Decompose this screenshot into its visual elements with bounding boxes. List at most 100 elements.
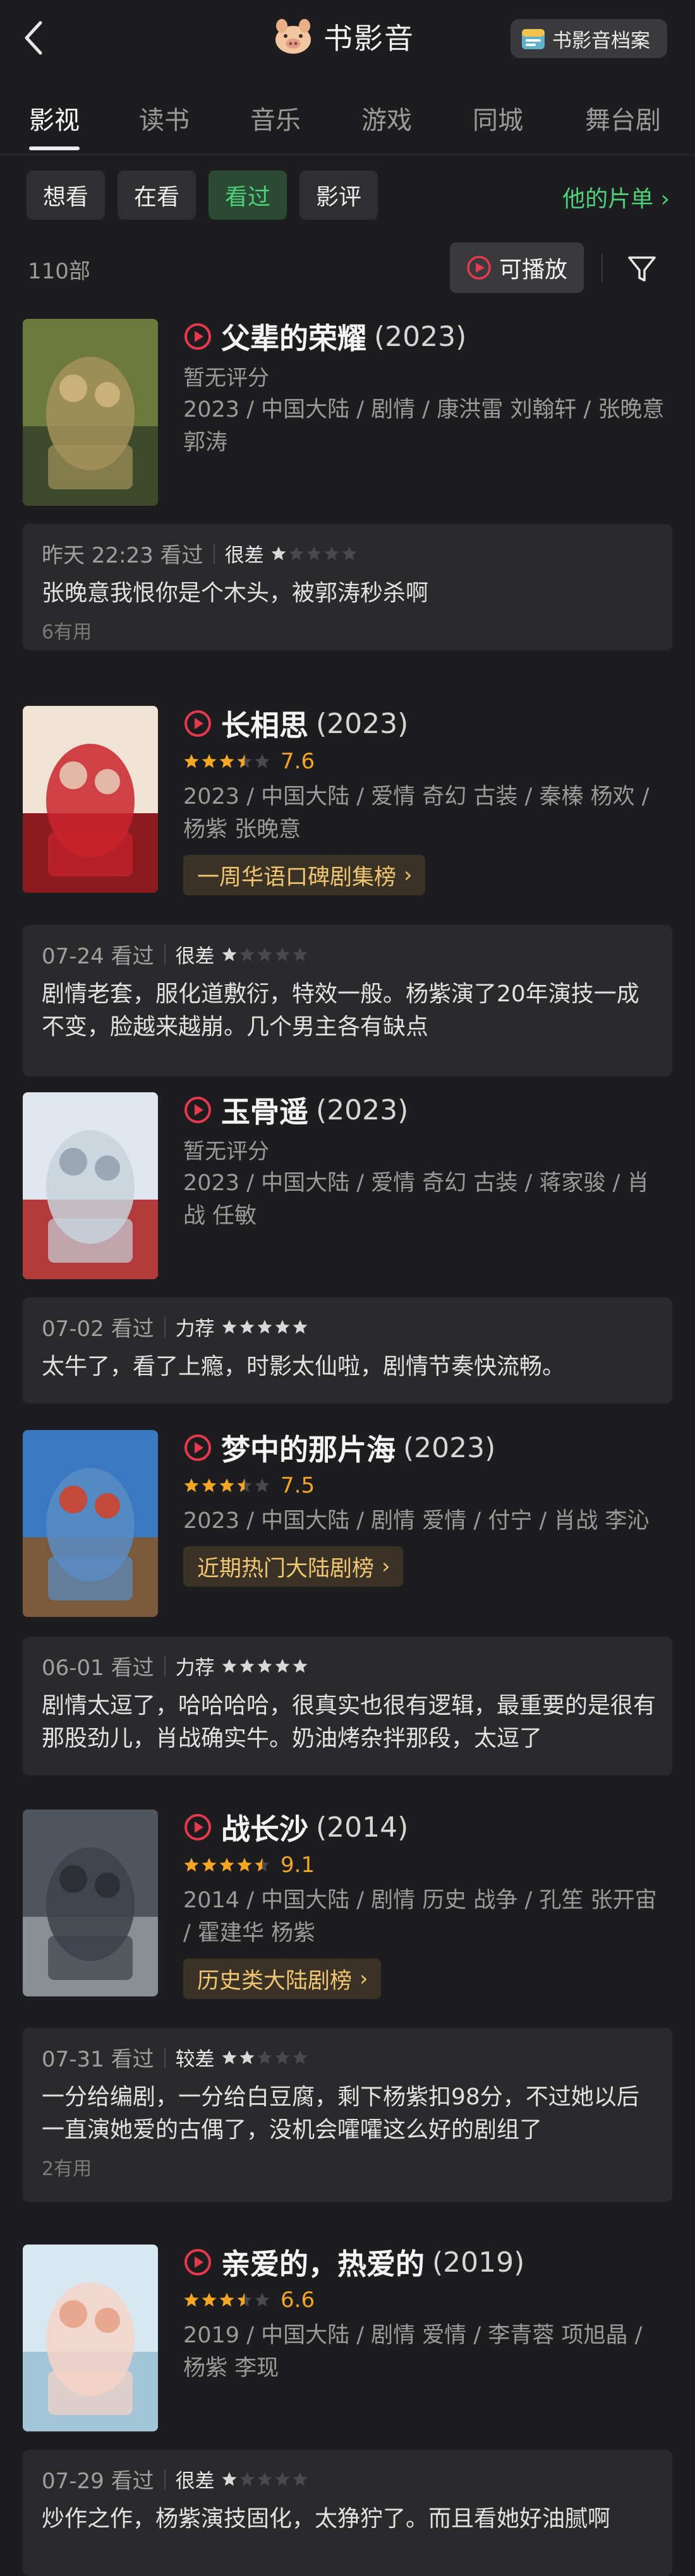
review-stars [221, 2471, 310, 2488]
chip-watching[interactable]: 在看 [118, 170, 196, 220]
his-list-link[interactable]: 他的片单 › [562, 181, 670, 213]
play-circle-icon [184, 710, 211, 737]
movie-info: 2014 / 中国大陆 / 剧情 历史 战争 / 孔笙 张开宙 / 霍建华 杨紫 [183, 1888, 657, 1946]
review-stars [221, 946, 310, 963]
star-icon [239, 947, 255, 961]
filter-icon[interactable] [626, 253, 658, 285]
review-stars [221, 2049, 310, 2066]
review-card[interactable]: 07-29 看过 很差 炒作之作，杨紫演技固化，太狰狞了。而且看她好油腻啊 [23, 2450, 672, 2576]
review-card[interactable]: 昨天 22:23 看过 很差 张晚意我恨你是个木头，被郭涛秒杀啊 6有用 [23, 524, 672, 650]
star-icon [275, 1320, 290, 1333]
movie-rating: 9.1 [183, 1852, 315, 1878]
star-icon [289, 546, 304, 560]
movie-info: 2023 / 中国大陆 / 爱情 奇幻 古装 / 秦榛 杨欢 / 杨紫 张晚意 [183, 784, 650, 842]
movie-title-row[interactable]: 梦中的那片海 (2023) [183, 1430, 496, 1467]
his-list-label: 他的片单 [562, 186, 654, 212]
movie-poster[interactable] [23, 1810, 158, 1996]
status-chips: 想看 在看 看过 影评 他的片单 › [0, 170, 695, 222]
useful-count[interactable]: 6有用 [42, 616, 92, 644]
divider [0, 154, 695, 155]
active-tab-indicator [29, 146, 80, 150]
ranking-badge[interactable]: 一周华语口碑剧集榜 › [183, 855, 425, 895]
rating-score: 7.6 [281, 749, 315, 774]
movie-poster[interactable] [23, 1092, 158, 1279]
movie-year: (2023) [403, 1431, 496, 1464]
star-icon [219, 1857, 234, 1872]
star-icon [184, 1857, 199, 1872]
review-card[interactable]: 07-24 看过 很差 剧情老套，服化道敷衍，特效一般。杨紫演了20年演技一成不变… [23, 925, 672, 1076]
movie-title-row[interactable]: 父辈的荣耀 (2023) [183, 319, 466, 355]
back-arrow-icon[interactable] [21, 19, 53, 57]
rating-stars [183, 1857, 272, 1873]
movie-title: 战长沙 [221, 1812, 308, 1846]
movie-poster[interactable] [23, 1430, 158, 1617]
movie-poster[interactable] [23, 2245, 158, 2431]
star-icon [184, 754, 199, 768]
star-icon [222, 2050, 237, 2064]
movie-poster[interactable] [23, 319, 158, 506]
chevron-right-icon: › [404, 862, 413, 888]
item-count: 110部 [28, 259, 90, 284]
star-icon [293, 2050, 308, 2064]
movie-title-row[interactable]: 战长沙 (2014) [183, 1810, 408, 1846]
playable-filter-button[interactable]: 可播放 [450, 242, 584, 293]
poster-image [23, 319, 158, 506]
review-date: 07-02 看过 [42, 1316, 154, 1342]
tab-movies[interactable]: 影视 [29, 100, 80, 136]
star-icon [271, 546, 286, 560]
movie-year: (2019) [432, 2246, 525, 2279]
review-level: 很差 [224, 544, 264, 567]
review-text: 剧情老套，服化道敷衍，特效一般。杨紫演了20年演技一成不变，脸越来越崩。几个男主… [42, 981, 639, 1040]
archive-button[interactable]: 书影音档案 [511, 19, 667, 58]
review-date: 07-29 看过 [42, 2469, 154, 2494]
star-icon [275, 947, 290, 961]
tab-local[interactable]: 同城 [473, 100, 523, 136]
movie-title-row[interactable]: 玉骨遥 (2023) [183, 1092, 408, 1129]
chip-want[interactable]: 想看 [27, 170, 105, 220]
review-date: 07-31 看过 [42, 2047, 154, 2072]
tab-stage[interactable]: 舞台剧 [585, 100, 661, 136]
review-card[interactable]: 07-31 看过 较差 一分给编剧，一分给白豆腐，剩下杨紫扣98分，不过她以后一直… [23, 2028, 672, 2202]
star-icon [293, 947, 308, 961]
separator [164, 2047, 166, 2068]
star-icon [237, 1857, 252, 1872]
star-icon [184, 1478, 199, 1493]
separator [164, 1316, 166, 1337]
tab-games[interactable]: 游戏 [361, 100, 412, 136]
chip-reviews[interactable]: 影评 [299, 170, 378, 220]
separator [164, 1655, 166, 1676]
star-icon [342, 546, 357, 560]
star-icon [275, 2050, 290, 2064]
chip-watched[interactable]: 看过 [208, 170, 287, 220]
movie-poster[interactable] [23, 706, 158, 893]
playable-label: 可播放 [499, 257, 568, 283]
review-text: 剧情太逗了，哈哈哈哈，很真实也很有逻辑，最重要的是很有那股劲儿，肖战确实牛。奶油… [42, 1693, 656, 1751]
separator [164, 944, 166, 965]
useful-count[interactable]: 2有用 [42, 2153, 92, 2181]
movie-info: 2019 / 中国大陆 / 剧情 爱情 / 李青蓉 项旭晶 / 杨紫 李现 [183, 2323, 643, 2381]
star-icon [202, 1478, 217, 1493]
star-icon [257, 2472, 272, 2486]
header-title-group: 书影音 [272, 16, 414, 57]
review-level: 力荐 [175, 1657, 215, 1679]
movie-title-row[interactable]: 长相思 (2023) [183, 706, 408, 742]
star-icon [219, 2293, 234, 2307]
star-icon [239, 2050, 255, 2064]
review-card[interactable]: 06-01 看过 力荐 剧情太逗了，哈哈哈哈，很真实也很有逻辑，最重要的是很有那股… [23, 1637, 672, 1775]
review-date: 昨天 22:23 看过 [42, 543, 203, 568]
page-title: 书影音 [323, 21, 414, 56]
star-icon [222, 947, 237, 961]
ranking-badge[interactable]: 近期热门大陆剧榜 › [183, 1546, 403, 1587]
star-icon [275, 1659, 290, 1673]
movie-info: 2023 / 中国大陆 / 剧情 / 康洪雷 刘翰轩 / 张晚意 郭涛 [183, 397, 665, 455]
review-card[interactable]: 07-02 看过 力荐 太牛了，看了上瘾，时影太仙啦，剧情节奏快流畅。 [23, 1297, 672, 1404]
movie-title: 梦中的那片海 [221, 1433, 396, 1467]
star-icon [293, 1320, 308, 1333]
star-icon [222, 1659, 237, 1673]
tab-music[interactable]: 音乐 [250, 100, 301, 136]
rating-stars [183, 2292, 272, 2308]
movie-title-row[interactable]: 亲爱的，热爱的 (2019) [183, 2245, 525, 2281]
ranking-badge-label: 历史类大陆剧榜 [197, 1968, 353, 1994]
ranking-badge[interactable]: 历史类大陆剧榜 › [183, 1959, 381, 1999]
tab-books[interactable]: 读书 [139, 100, 190, 136]
